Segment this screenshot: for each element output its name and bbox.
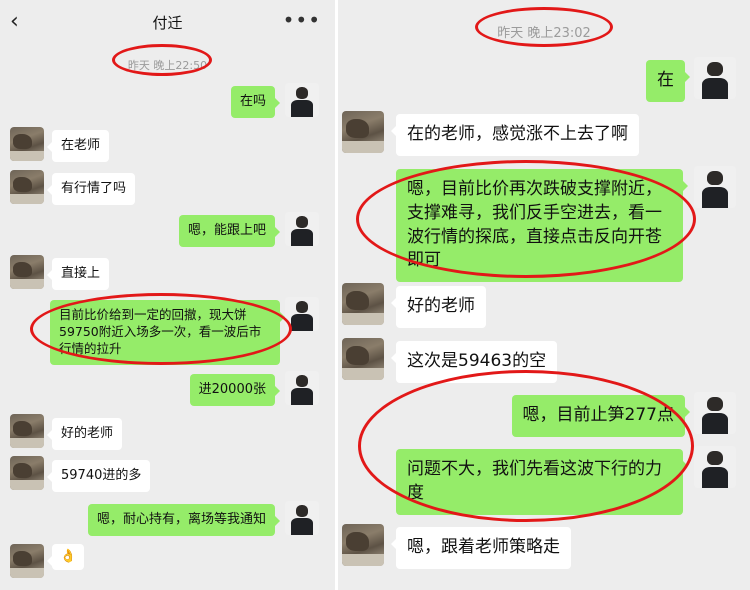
self-avatar[interactable]: [285, 297, 319, 331]
message-bubble-contact[interactable]: 好的老师: [46, 418, 123, 450]
message-bubble-self[interactable]: 嗯，耐心持有，离场等我通知: [87, 504, 281, 536]
self-avatar[interactable]: [694, 166, 736, 208]
contact-avatar[interactable]: [342, 338, 384, 380]
message-bubble-contact[interactable]: 这次是59463的空: [390, 341, 558, 383]
message-bubble-self[interactable]: 嗯，能跟上吧: [178, 215, 281, 247]
message-bubble-contact[interactable]: 有行情了吗: [46, 173, 136, 205]
contact-avatar[interactable]: [342, 283, 384, 325]
self-avatar[interactable]: [694, 392, 736, 434]
message-bubble-contact[interactable]: 嗯，跟着老师策略走: [391, 527, 571, 569]
right-chat-screen: 昨天 晚上23:02 在 在的老师，感觉涨不上去了啊 嗯，目前比价再次跌破支撑附…: [338, 0, 750, 590]
contact-avatar[interactable]: [342, 524, 384, 566]
message-bubble-self[interactable]: 目前比价给到一定的回撤，现大饼59750附近入场多一次，看一波后市行情的拉升: [50, 300, 285, 365]
self-avatar[interactable]: [285, 83, 319, 117]
message-bubble-contact[interactable]: 好的老师: [391, 286, 486, 328]
self-avatar[interactable]: [694, 57, 736, 99]
message-bubble-self[interactable]: 在吗: [230, 86, 281, 118]
message-bubble-self[interactable]: 嗯，目前止笋277点: [511, 395, 691, 437]
self-avatar[interactable]: [285, 212, 319, 246]
contact-avatar[interactable]: [10, 414, 44, 448]
timestamp: 昨天 晚上22:50: [127, 59, 208, 72]
message-bubble-contact[interactable]: 59740进的多: [46, 460, 151, 492]
contact-avatar[interactable]: [10, 544, 44, 578]
ok-hand-icon[interactable]: 👌: [46, 544, 85, 570]
contact-avatar[interactable]: [10, 255, 44, 289]
message-bubble-contact[interactable]: 在老师: [46, 130, 110, 162]
contact-avatar[interactable]: [342, 111, 384, 153]
self-avatar[interactable]: [285, 371, 319, 405]
message-bubble-self[interactable]: 问题不大，我们先看这波下行的力度: [396, 449, 688, 515]
contact-avatar[interactable]: [10, 127, 44, 161]
self-avatar[interactable]: [694, 446, 736, 488]
message-bubble-self[interactable]: 在: [646, 60, 690, 102]
chat-header: ‹ 付迁 •••: [0, 0, 335, 46]
message-bubble-contact[interactable]: 直接上: [46, 258, 110, 290]
message-bubble-contact[interactable]: 在的老师，感觉涨不上去了啊: [391, 114, 639, 156]
left-chat-screen: ‹ 付迁 ••• 昨天 晚上22:50 在吗 在老师 有行情了吗 嗯，能跟上吧 …: [0, 0, 335, 590]
contact-avatar[interactable]: [10, 170, 44, 204]
contact-avatar[interactable]: [10, 456, 44, 490]
message-bubble-self[interactable]: 嗯，目前比价再次跌破支撑附近，支撑难寻，我们反手空进去，看一波行情的探底，直接点…: [396, 169, 688, 283]
self-avatar[interactable]: [285, 501, 319, 535]
timestamp: 昨天 晚上23:02: [497, 26, 591, 41]
more-dots-icon[interactable]: •••: [283, 8, 321, 32]
message-bubble-self[interactable]: 进20000张: [189, 374, 281, 406]
